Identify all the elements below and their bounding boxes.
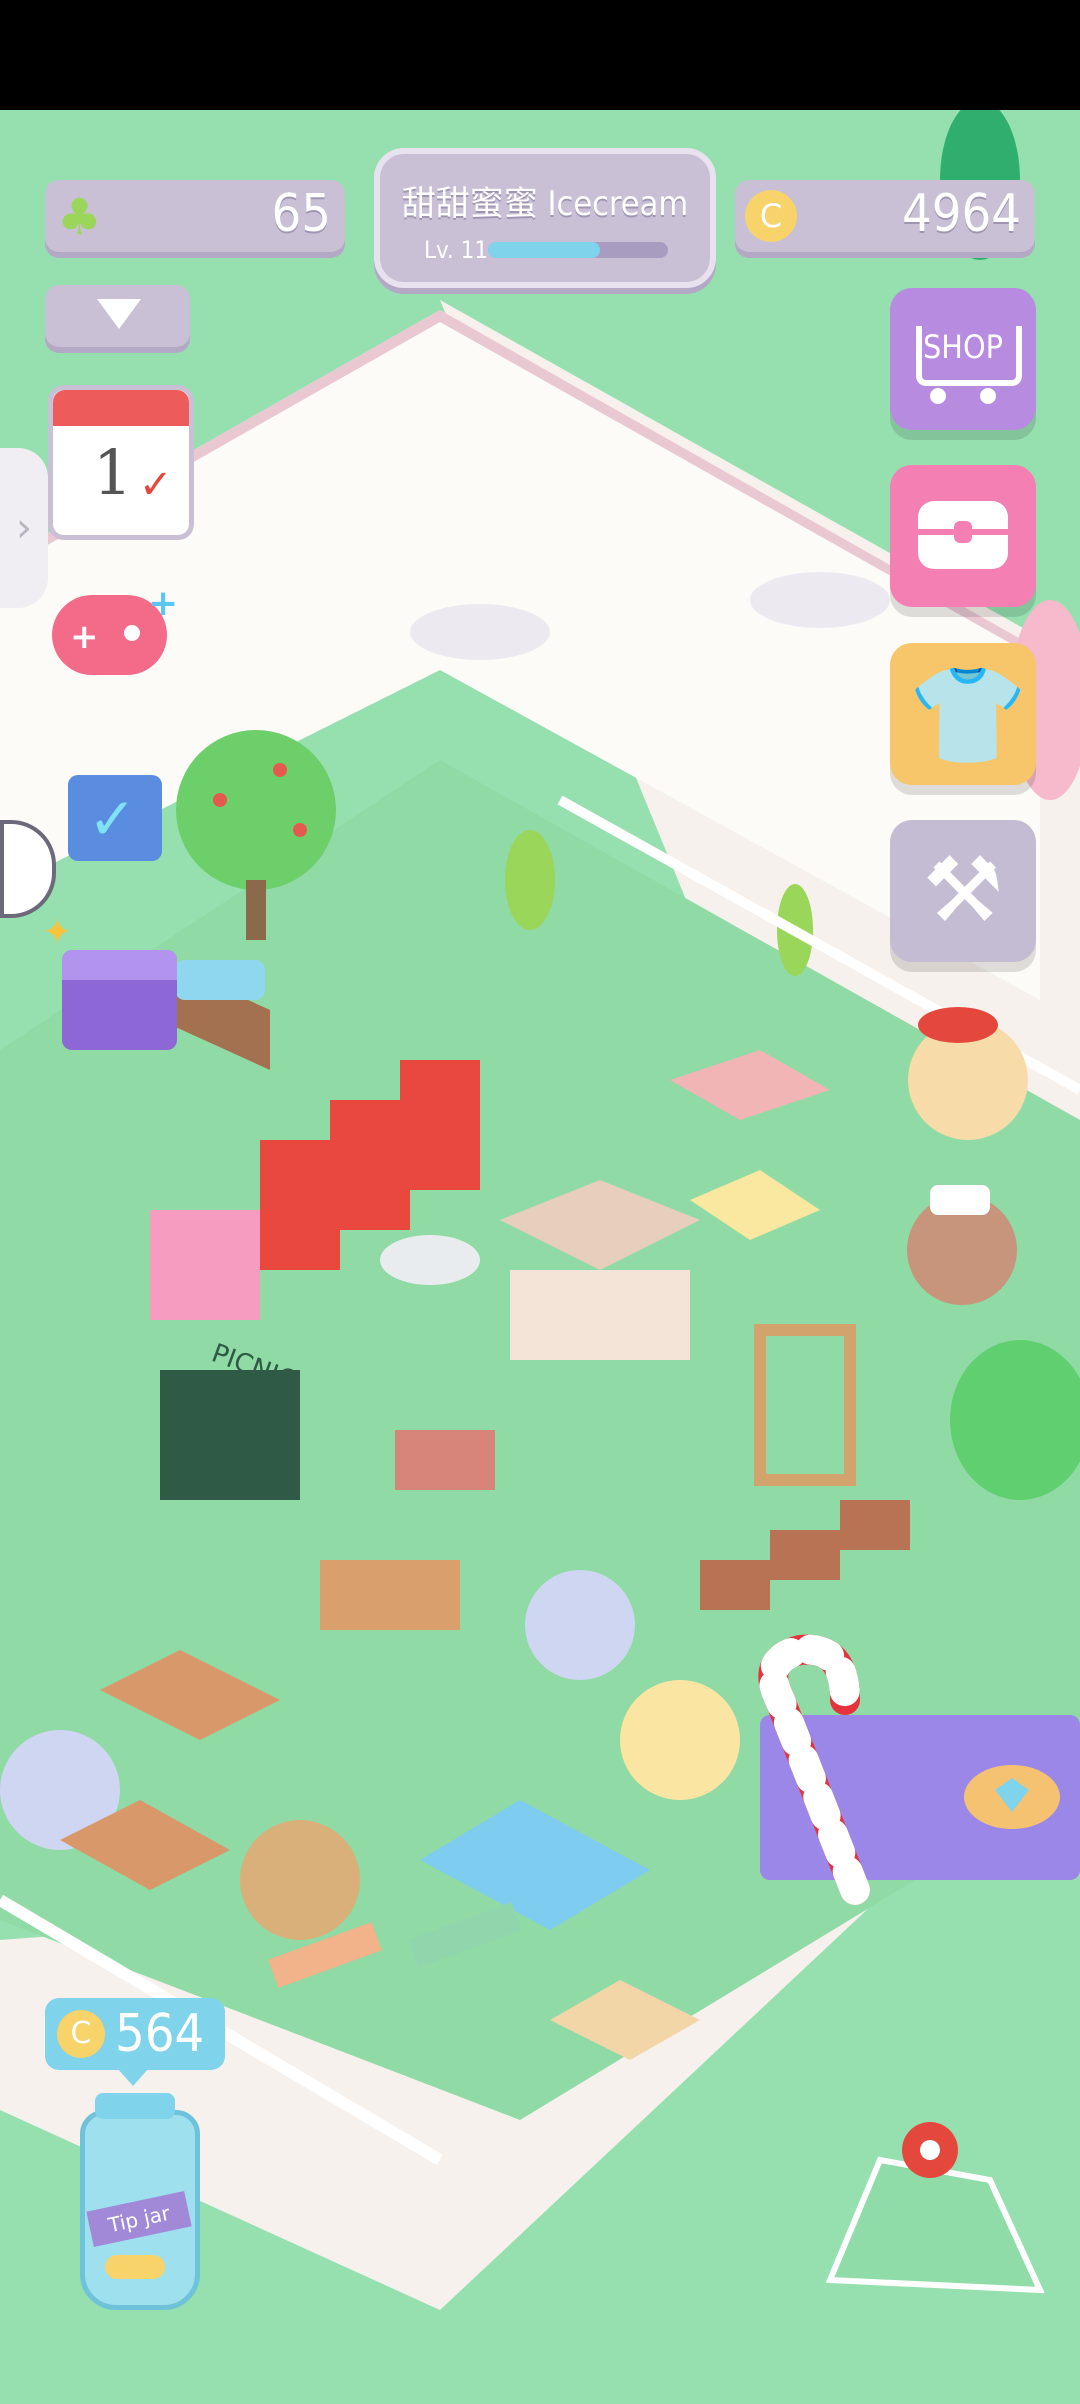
gift-lid — [62, 950, 177, 980]
straw-umbrella[interactable] — [240, 1820, 360, 1940]
apple — [213, 793, 227, 807]
ice-cream-stand[interactable] — [150, 1210, 260, 1320]
bed — [510, 1270, 690, 1360]
hot-tub-water — [175, 960, 265, 1000]
level-label: Lv. 11 — [424, 236, 489, 264]
clover-icon: ♣ — [57, 188, 102, 246]
apple-tree[interactable] — [176, 730, 336, 890]
jar-lid — [95, 2093, 175, 2119]
cart-wheel — [930, 388, 946, 404]
vending-machine[interactable] — [400, 1060, 480, 1190]
level-progress-fill — [488, 242, 600, 258]
coin-count: 4964 — [901, 184, 1021, 244]
coin-icon: C — [745, 190, 797, 242]
coin-counter[interactable]: C 4964 — [735, 180, 1035, 252]
gamepad-button — [124, 625, 140, 641]
checklist-check: ✓ — [88, 785, 137, 853]
side-drawer-tab[interactable]: › — [0, 448, 48, 608]
brick-oven[interactable] — [395, 1430, 495, 1490]
cloud — [750, 572, 890, 628]
build-tools-button[interactable]: ⚒ — [890, 820, 1036, 962]
apple — [293, 823, 307, 837]
garden-cart[interactable] — [840, 1500, 910, 1550]
calendar-day: 1 — [93, 436, 133, 509]
beach-umbrella[interactable] — [620, 1680, 740, 1800]
gamepad-icon[interactable]: + + — [52, 583, 178, 675]
tip-jar-label: Tip jar — [86, 2190, 192, 2248]
shop-cart-icon — [916, 326, 1022, 386]
coin-icon: C — [57, 2010, 105, 2058]
shop-button[interactable]: SHOP — [890, 288, 1036, 430]
garden-cart[interactable] — [770, 1530, 840, 1580]
beach-umbrella[interactable] — [525, 1570, 635, 1680]
clover-count: 65 — [271, 184, 331, 244]
vending-machine[interactable] — [330, 1100, 410, 1230]
wardrobe-button[interactable]: 👕 — [890, 643, 1036, 785]
map-icon[interactable] — [825, 2156, 1045, 2294]
status-bar — [0, 0, 1080, 110]
jar-coins — [105, 2255, 165, 2279]
chef-hat — [930, 1185, 990, 1215]
level-progress-bar — [488, 242, 668, 258]
tip-jar-icon[interactable]: Tip jar — [80, 2093, 200, 2310]
check-mark-icon: ✓ — [139, 462, 173, 508]
gamepad-dpad: + — [70, 617, 99, 657]
tshirt-icon: 👕 — [908, 659, 1028, 771]
checklist-icon[interactable]: ✓ — [68, 775, 162, 861]
treasure-chest-icon — [918, 501, 1008, 569]
cloud — [410, 604, 550, 660]
dropdown-arrow-icon — [97, 299, 141, 329]
calendar-icon[interactable]: 1 ✓ — [48, 385, 194, 540]
plus-badge: + — [148, 583, 179, 624]
sparkle-icon: ✦ — [42, 912, 73, 953]
calendar-header — [53, 390, 189, 426]
cart-wheel — [980, 388, 996, 404]
map-pin-dot — [920, 2140, 940, 2160]
bubble-tail — [117, 2068, 149, 2086]
bush-tree — [505, 830, 555, 930]
tree-trunk — [246, 880, 266, 940]
tools-icon: ⚒ — [922, 838, 1004, 943]
chest-lock — [954, 521, 972, 543]
player-profile[interactable]: 甜甜蜜蜜 Icecream Lv. 11 — [374, 148, 716, 288]
flower-planter[interactable] — [320, 1560, 460, 1630]
fountain[interactable] — [380, 1235, 480, 1285]
player-name: 甜甜蜜蜜 Icecream — [401, 184, 689, 224]
tip-amount-bubble[interactable]: C 564 — [45, 1998, 225, 2086]
garden-cart[interactable] — [700, 1560, 770, 1610]
apple — [273, 763, 287, 777]
gift-box-icon[interactable]: ✦ — [42, 912, 177, 1050]
tip-amount: 564 — [115, 2004, 205, 2064]
clover-counter[interactable]: ♣ 65 — [45, 180, 345, 252]
treasure-chest-button[interactable] — [890, 465, 1036, 607]
vending-machine[interactable] — [260, 1140, 340, 1270]
dropdown-button[interactable] — [45, 285, 190, 347]
beret — [918, 1007, 998, 1043]
